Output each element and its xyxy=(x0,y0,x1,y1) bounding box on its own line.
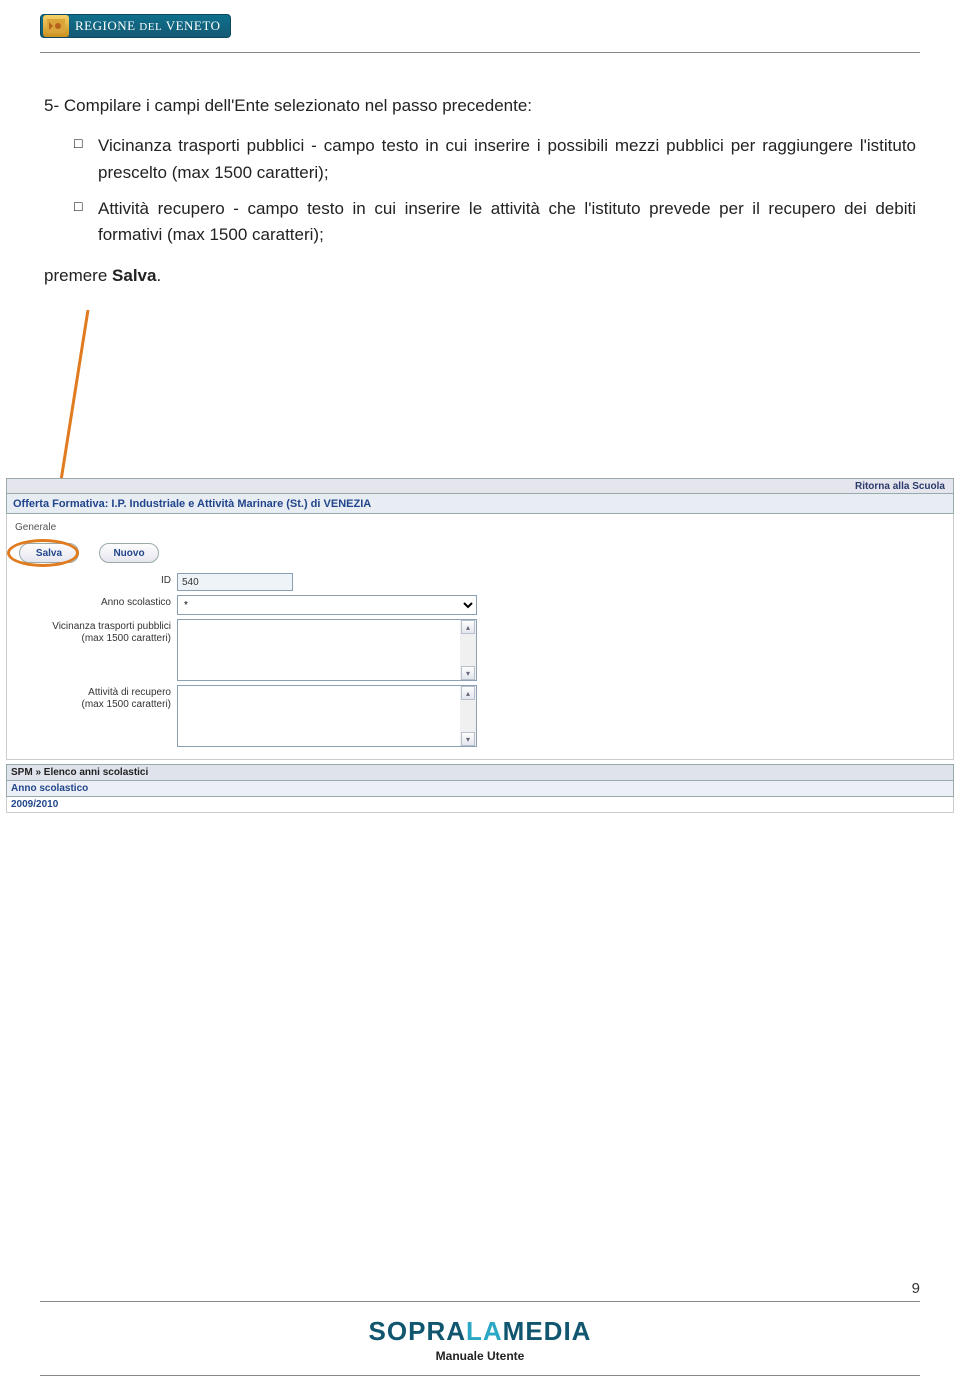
spm-table: SPM » Elenco anni scolastici Anno scolas… xyxy=(6,764,954,813)
instruction-text: 5- Compilare i campi dell'Ente seleziona… xyxy=(44,93,916,289)
vicinanza-textarea[interactable]: ▴ ▾ xyxy=(177,619,477,681)
scroll-up-icon[interactable]: ▴ xyxy=(461,686,475,700)
attivita-label: Attività di recupero (max 1500 caratteri… xyxy=(13,685,177,711)
scroll-up-icon[interactable]: ▴ xyxy=(461,620,475,634)
id-label: ID xyxy=(13,573,177,587)
id-field[interactable] xyxy=(177,573,293,591)
anno-label: Anno scolastico xyxy=(13,595,177,609)
app-topbar: Ritorna alla Scuola xyxy=(6,478,954,494)
instruction-lead: 5- Compilare i campi dell'Ente seleziona… xyxy=(44,93,916,119)
app-screenshot: Ritorna alla Scuola Offerta Formativa: I… xyxy=(6,478,954,813)
scroll-down-icon[interactable]: ▾ xyxy=(461,666,475,680)
manual-title: Manuale Utente xyxy=(40,1349,920,1363)
vicinanza-label: Vicinanza trasporti pubblici (max 1500 c… xyxy=(13,619,177,645)
scroll-down-icon[interactable]: ▾ xyxy=(461,732,475,746)
attivita-textarea[interactable]: ▴ ▾ xyxy=(177,685,477,747)
region-banner: REGIONE DEL VENETO xyxy=(40,14,231,38)
spm-breadcrumb: SPM » Elenco anni scolastici xyxy=(6,764,954,781)
scrollbar[interactable]: ▴ ▾ xyxy=(460,620,476,680)
back-to-school-link[interactable]: Ritorna alla Scuola xyxy=(855,481,945,492)
page-footer: 9 SOPRALAMEDIA Manuale Utente xyxy=(40,1280,920,1376)
scrollbar[interactable]: ▴ ▾ xyxy=(460,686,476,746)
spm-row-year[interactable]: 2009/2010 xyxy=(6,797,954,813)
spm-column-header: Anno scolastico xyxy=(6,781,954,797)
region-label: REGIONE DEL VENETO xyxy=(75,18,220,34)
footer-divider-bottom xyxy=(40,1375,920,1376)
anno-select[interactable]: * xyxy=(177,595,477,615)
region-crest-icon xyxy=(43,15,69,37)
instruction-bullet-attivita: Attività recupero - campo testo in cui i… xyxy=(74,196,916,249)
salva-button[interactable]: Salva xyxy=(19,543,79,563)
header-divider xyxy=(40,52,920,53)
page-number: 9 xyxy=(40,1280,920,1297)
instruction-bullet-vicinanza: Vicinanza trasporti pubblici - campo tes… xyxy=(74,133,916,186)
sopralamedia-logo: SOPRALAMEDIA xyxy=(40,1316,920,1347)
instruction-premere: premere Salva. xyxy=(44,263,916,289)
nuovo-button[interactable]: Nuovo xyxy=(99,543,159,563)
footer-divider xyxy=(40,1301,920,1302)
app-title: Offerta Formativa: I.P. Industriale e At… xyxy=(6,494,954,514)
tab-generale[interactable]: Generale xyxy=(15,522,947,533)
